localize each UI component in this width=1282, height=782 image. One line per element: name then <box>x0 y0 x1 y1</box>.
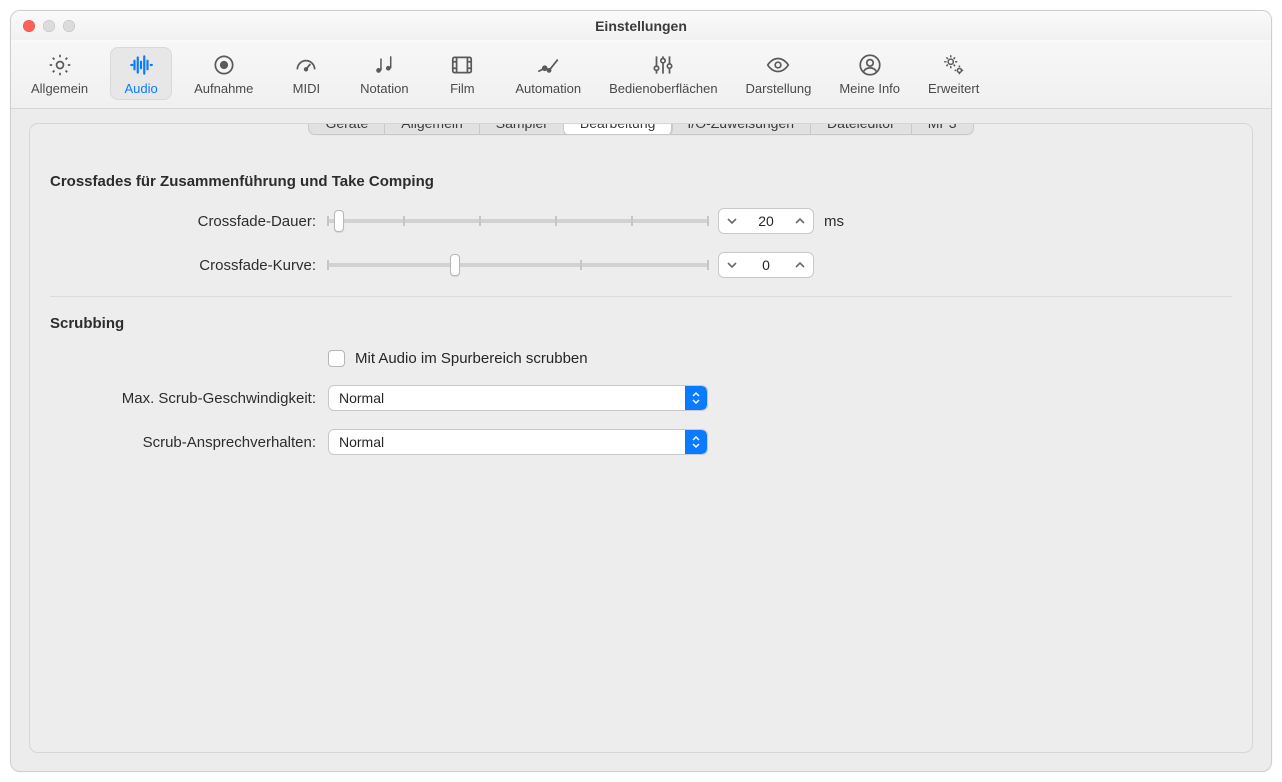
window-title: Einstellungen <box>595 18 687 34</box>
toolbar-tab-film[interactable]: Film <box>431 47 493 100</box>
chevron-down-icon[interactable] <box>719 216 745 226</box>
select-arrows-icon <box>685 386 707 410</box>
toolbar-tab-display[interactable]: Darstellung <box>740 47 818 100</box>
toolbar-tab-label: Erweitert <box>928 81 979 96</box>
section-crossfade-title: Crossfades für Zusammenführung und Take … <box>50 173 1232 190</box>
toolbar-tab-label: Darstellung <box>746 81 812 96</box>
row-crossfade-duration: Crossfade-Dauer: <box>50 208 1232 234</box>
sliders-icon <box>649 51 677 79</box>
toolbar-tab-control-surfaces[interactable]: Bedienoberflächen <box>603 47 723 100</box>
toolbar-tab-label: Meine Info <box>839 81 900 96</box>
zoom-window-button[interactable] <box>63 20 75 32</box>
toolbar: Allgemein Audio Aufnahme MIDI Notation <box>11 41 1271 109</box>
select-arrows-icon <box>685 430 707 454</box>
label-scrub-response: Scrub-Ansprechverhalten: <box>50 434 328 451</box>
segmented-control: Geräte Allgemein Sampler Bearbeitung I/O… <box>308 123 973 135</box>
audio-wave-icon <box>127 51 155 79</box>
value-scrub-response: Normal <box>339 434 384 450</box>
value-max-scrub-speed: Normal <box>339 390 384 406</box>
toolbar-tab-automation[interactable]: Automation <box>509 47 587 100</box>
subtab-io[interactable]: I/O-Zuweisungen <box>671 123 811 134</box>
subtab-general[interactable]: Allgemein <box>385 123 479 134</box>
toolbar-tab-my-info[interactable]: Meine Info <box>833 47 906 100</box>
traffic-lights <box>23 20 75 32</box>
row-scrub-response: Scrub-Ansprechverhalten: Normal <box>50 429 1232 455</box>
record-icon <box>210 51 238 79</box>
slider-crossfade-duration[interactable] <box>328 211 708 231</box>
subtab-fileeditor[interactable]: Dateieditor <box>811 123 912 134</box>
checkbox-scrub-with-audio[interactable] <box>328 350 345 367</box>
label-crossfade-duration: Crossfade-Dauer: <box>50 213 328 230</box>
chevron-up-icon[interactable] <box>787 260 813 270</box>
toolbar-tab-midi[interactable]: MIDI <box>275 47 337 100</box>
toolbar-tab-label: Audio <box>124 81 157 96</box>
subtab-mp3[interactable]: MP3 <box>912 123 973 134</box>
preferences-window: Einstellungen Allgemein Audio Aufnahme <box>10 10 1272 772</box>
value-crossfade-curve: 0 <box>745 257 787 273</box>
chevron-up-icon[interactable] <box>787 216 813 226</box>
film-icon <box>448 51 476 79</box>
gauge-icon <box>292 51 320 79</box>
row-scrub-audio-checkbox: Mit Audio im Spurbereich scrubben <box>50 350 1232 367</box>
toolbar-tab-label: Film <box>450 81 475 96</box>
titlebar: Einstellungen <box>11 11 1271 41</box>
minimize-window-button[interactable] <box>43 20 55 32</box>
gears-icon <box>940 51 968 79</box>
close-window-button[interactable] <box>23 20 35 32</box>
slider-crossfade-curve[interactable] <box>328 255 708 275</box>
unit-ms: ms <box>824 213 844 230</box>
toolbar-tab-general[interactable]: Allgemein <box>25 47 94 100</box>
value-crossfade-duration: 20 <box>745 213 787 229</box>
toolbar-tab-label: Bedienoberflächen <box>609 81 717 96</box>
content-area: Geräte Allgemein Sampler Bearbeitung I/O… <box>11 109 1271 771</box>
toolbar-tab-label: Aufnahme <box>194 81 253 96</box>
music-notes-icon <box>370 51 398 79</box>
toolbar-tab-audio[interactable]: Audio <box>110 47 172 100</box>
subtab-sampler[interactable]: Sampler <box>480 123 565 134</box>
subtab-editing[interactable]: Bearbeitung <box>564 123 673 135</box>
stepper-crossfade-curve[interactable]: 0 <box>718 252 814 278</box>
toolbar-tab-label: Notation <box>360 81 408 96</box>
toolbar-tab-advanced[interactable]: Erweitert <box>922 47 985 100</box>
toolbar-tab-label: MIDI <box>293 81 320 96</box>
toolbar-tab-recording[interactable]: Aufnahme <box>188 47 259 100</box>
person-circle-icon <box>856 51 884 79</box>
row-max-scrub-speed: Max. Scrub-Geschwindigkeit: Normal <box>50 385 1232 411</box>
row-crossfade-curve: Crossfade-Kurve: <box>50 252 1232 278</box>
select-scrub-response[interactable]: Normal <box>328 429 708 455</box>
toolbar-tab-label: Automation <box>515 81 581 96</box>
automation-icon <box>534 51 562 79</box>
gear-icon <box>46 51 74 79</box>
label-crossfade-curve: Crossfade-Kurve: <box>50 257 328 274</box>
section-divider <box>50 296 1232 297</box>
eye-icon <box>764 51 792 79</box>
subtab-bar: Geräte Allgemein Sampler Bearbeitung I/O… <box>30 123 1252 135</box>
chevron-down-icon[interactable] <box>719 260 745 270</box>
label-scrub-with-audio: Mit Audio im Spurbereich scrubben <box>355 350 588 367</box>
select-max-scrub-speed[interactable]: Normal <box>328 385 708 411</box>
stepper-crossfade-duration[interactable]: 20 <box>718 208 814 234</box>
toolbar-tab-notation[interactable]: Notation <box>353 47 415 100</box>
settings-body: Crossfades für Zusammenführung und Take … <box>30 135 1252 493</box>
section-scrubbing-title: Scrubbing <box>50 315 1232 332</box>
label-max-scrub-speed: Max. Scrub-Geschwindigkeit: <box>50 390 328 407</box>
settings-panel: Geräte Allgemein Sampler Bearbeitung I/O… <box>29 123 1253 753</box>
toolbar-tab-label: Allgemein <box>31 81 88 96</box>
subtab-devices[interactable]: Geräte <box>309 123 385 134</box>
